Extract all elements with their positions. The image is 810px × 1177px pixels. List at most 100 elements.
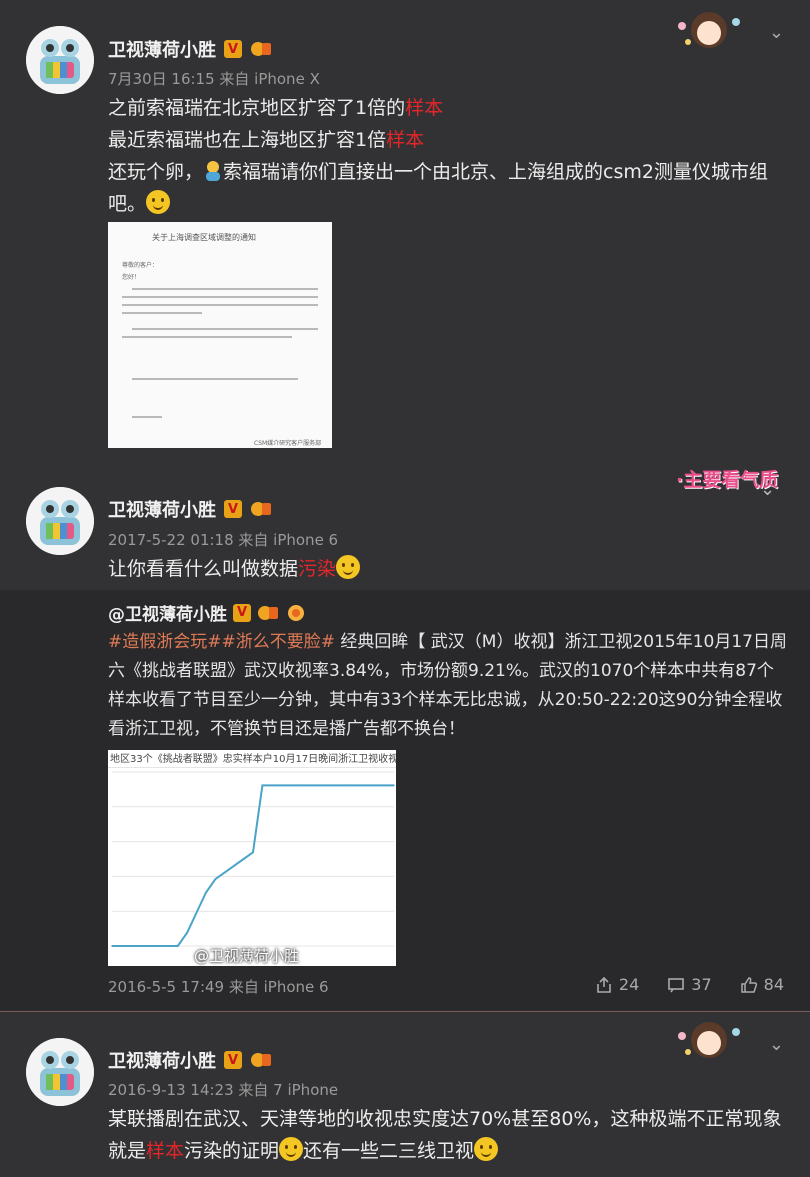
smile-emoji-icon <box>146 190 171 214</box>
like-button[interactable]: 84 <box>740 975 784 994</box>
text-line-2a: 就是 <box>108 1140 147 1162</box>
chevron-down-icon[interactable]: ⌄ <box>769 1034 784 1055</box>
chart-point <box>148 945 151 947</box>
verified-icon: V <box>233 603 251 622</box>
author-name[interactable]: 卫视薄荷小胜 <box>108 36 216 62</box>
chart-point <box>233 864 235 867</box>
chart-point <box>261 784 264 787</box>
smile-emoji-icon <box>279 1137 304 1161</box>
chart-point <box>280 784 282 787</box>
chart-point <box>308 784 311 787</box>
verified-icon: V <box>224 500 242 518</box>
chart-point <box>130 945 132 947</box>
doc-greeting: 尊敬的客户： <box>122 262 159 269</box>
chart-point <box>355 784 358 787</box>
share-button[interactable]: 24 <box>595 975 639 994</box>
like-count: 84 <box>763 975 784 994</box>
text-main: 让你看看什么叫做数据 <box>108 558 299 580</box>
chart-point <box>214 878 217 880</box>
chart-point <box>346 784 348 787</box>
girl-sticker-icon <box>672 1018 746 1066</box>
text-line-1: 之前索福瑞在北京地区扩容了1倍的 <box>108 97 406 119</box>
post-text: 让你看看什么叫做数据污染 <box>108 553 361 585</box>
weibo-post-1: 卫视薄荷小胜 V 7月30日 16:15 来自 iPhone X ⌄ 之前索福瑞… <box>0 0 810 465</box>
text-line-3: 还玩个卵， <box>108 161 204 183</box>
comment-button[interactable]: 37 <box>667 975 712 994</box>
chart-point <box>205 891 207 894</box>
girl-sticker-icon <box>672 8 746 56</box>
doll-emoji-icon <box>203 160 223 182</box>
chart-point <box>252 851 254 854</box>
text-line-1: 某联播剧在武汉、天津等地的收视忠实度达70%甚至80%，这种极端不正常现象 <box>108 1108 782 1130</box>
chart-point <box>224 871 226 874</box>
author-name[interactable]: 卫视薄荷小胜 <box>108 496 216 522</box>
ratings-chart-image[interactable]: 地区33个《挑战者联盟》忠实样本户10月17日晚间浙江卫视收视 @卫视薄荷小胜 <box>108 750 396 966</box>
author-name[interactable]: 卫视薄荷小胜 <box>108 1047 216 1073</box>
chart-point <box>289 784 292 787</box>
tv-mascot-icon <box>26 487 94 555</box>
weibo-post-3: 卫视薄荷小胜 V 2016-9-13 14:23 来自 7 iPhone ⌄ 某… <box>0 1011 810 1177</box>
comment-icon <box>668 977 685 992</box>
chart-point <box>299 784 301 787</box>
weibo-post-2: 卫视薄荷小胜 V 2017-5-22 01:18 来自 iPhone 6 ·主要… <box>0 465 810 1010</box>
post-meta[interactable]: 7月30日 16:15 来自 iPhone X <box>108 68 320 89</box>
avatar[interactable] <box>26 487 94 555</box>
notice-document-image[interactable]: 关于上海调查区域调整的通知 尊敬的客户： 您好！ CSM媒介研究客户服务部 <box>108 222 332 448</box>
chart-point <box>195 911 198 914</box>
text-line-2d: 还有一些二三线卫视 <box>303 1140 475 1162</box>
text-line-4: 吧。 <box>108 193 147 215</box>
text-line-3b: 索福瑞请你们直接出一个由北京、上海组成的csm2测量仪城市组 <box>223 161 768 183</box>
avatar[interactable] <box>26 26 94 94</box>
chevron-down-icon[interactable]: ⌄ <box>769 22 784 43</box>
verified-icon: V <box>224 1051 242 1069</box>
post-text: 之前索福瑞在北京地区扩容了1倍的样本 最近索福瑞也在上海地区扩容1倍样本 还玩个… <box>108 92 798 220</box>
like-icon <box>740 976 757 993</box>
medal-icon <box>250 1051 272 1069</box>
chevron-down-icon[interactable]: ⌄ <box>760 479 775 500</box>
highlight-sample: 样本 <box>386 129 425 151</box>
text-line-2c: 污染的证明 <box>184 1140 280 1162</box>
highlight-sample: 样本 <box>405 97 444 119</box>
medal-icon <box>250 500 272 518</box>
chart-point <box>167 945 170 947</box>
chart-point <box>271 784 273 787</box>
post-meta[interactable]: 2017-5-22 01:18 来自 iPhone 6 <box>108 529 338 550</box>
chart-point <box>374 784 377 787</box>
tv-mascot-icon <box>26 26 94 94</box>
doc-title: 关于上海调查区域调整的通知 <box>152 233 256 242</box>
chart-point <box>158 945 160 947</box>
chart-point <box>327 784 329 787</box>
repost-meta[interactable]: 2016-5-5 17:49 来自 iPhone 6 <box>108 976 329 997</box>
fan-badge-icon <box>285 604 307 622</box>
action-bar: 24 37 84 <box>595 975 784 994</box>
medal-icon <box>250 40 272 58</box>
chart-point <box>177 945 179 947</box>
share-count: 24 <box>618 975 640 994</box>
doc-hello: 您好！ <box>122 274 141 281</box>
doc-signature: CSM媒介研究客户服务部 <box>254 440 322 447</box>
chart-point <box>318 784 320 787</box>
watermark: @卫视薄荷小胜 <box>194 947 300 965</box>
chart-point <box>365 784 367 787</box>
line-chart <box>111 771 395 947</box>
post-text: 某联播剧在武汉、天津等地的收视忠实度达70%甚至80%，这种极端不正常现象 就是… <box>108 1103 798 1167</box>
medal-icon <box>257 604 279 622</box>
highlight-pollution: 污染 <box>298 558 337 580</box>
repost-box[interactable]: @卫视薄荷小胜 V #造假浙会玩##浙么不要脸# 经典回眸【 武汉（M）收视】浙… <box>0 590 810 1010</box>
repost-author[interactable]: @卫视薄荷小胜 <box>108 600 227 625</box>
chart-point <box>120 945 123 947</box>
tv-mascot-icon <box>26 1038 94 1106</box>
avatar[interactable] <box>26 1038 94 1106</box>
chart-point <box>186 931 188 934</box>
chart-point <box>336 784 339 787</box>
chart-series-line <box>112 784 394 947</box>
chart-point <box>111 945 113 947</box>
smile-emoji-icon <box>336 555 361 579</box>
hashtag[interactable]: #造假浙会玩##浙么不要脸# <box>108 632 335 652</box>
chart-point <box>393 784 395 787</box>
post-meta[interactable]: 2016-9-13 14:23 来自 7 iPhone <box>108 1079 338 1100</box>
text-line-2: 最近索福瑞也在上海地区扩容1倍 <box>108 129 387 151</box>
chart-point <box>383 784 386 787</box>
chart-point <box>242 858 245 860</box>
highlight-sample: 样本 <box>146 1140 185 1162</box>
